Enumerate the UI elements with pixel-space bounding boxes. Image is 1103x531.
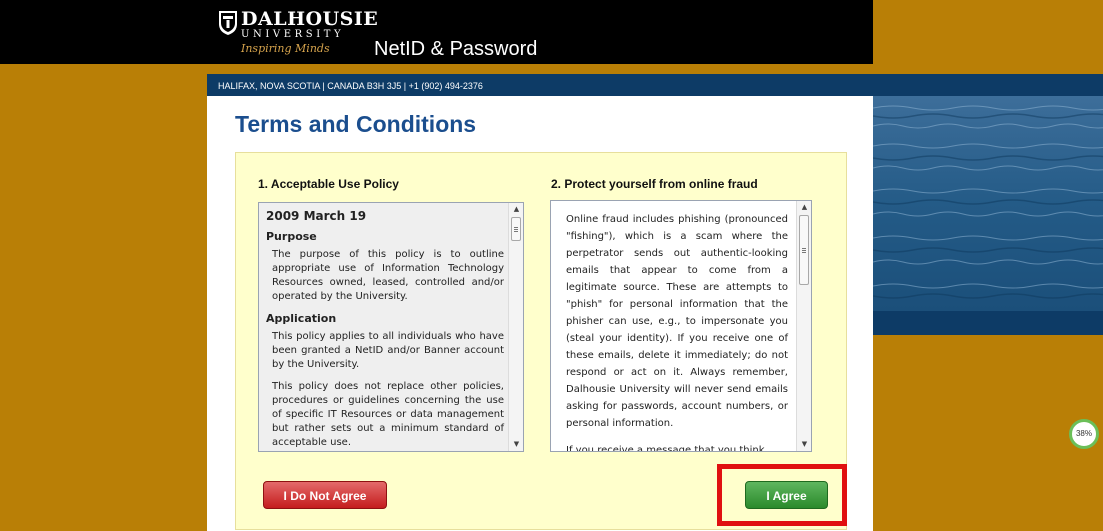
scroll-down-arrow-icon[interactable]: ▼ xyxy=(509,438,523,451)
thumb-grip-icon xyxy=(802,250,806,251)
acceptable-use-content: 2009 March 19 Purpose The purpose of thi… xyxy=(266,209,504,451)
thumb-grip-icon xyxy=(514,227,518,228)
disagree-button[interactable]: I Do Not Agree xyxy=(263,481,387,509)
logo-university: UNIVERSITY xyxy=(241,29,345,40)
application-text-2: This policy does not replace other polic… xyxy=(272,381,504,448)
logo-name: DALHOUSIE xyxy=(241,8,379,30)
logo-tagline: Inspiring Minds xyxy=(241,42,330,55)
thumb-grip-icon xyxy=(514,229,518,230)
agree-highlight-box xyxy=(717,464,847,526)
thumb-grip-icon xyxy=(802,248,806,249)
acceptable-use-textbox[interactable]: 2009 March 19 Purpose The purpose of thi… xyxy=(258,202,524,452)
scroll-up-arrow-icon[interactable]: ▲ xyxy=(509,203,523,216)
fraud-paragraph-2: If you receive a message that you think xyxy=(566,445,765,452)
scroll-thumb[interactable] xyxy=(511,217,521,241)
scroll-thumb[interactable] xyxy=(799,215,809,285)
purpose-heading: Purpose xyxy=(266,230,317,243)
acceptable-use-scrollbar[interactable]: ▲ ▼ xyxy=(508,203,523,451)
application-heading: Application xyxy=(266,312,337,325)
fraud-scrollbar[interactable]: ▲ ▼ xyxy=(796,201,811,451)
application-text: This policy applies to all individuals w… xyxy=(272,331,504,370)
policy-date: 2009 March 19 xyxy=(266,209,367,223)
side-navy-band xyxy=(873,311,1103,335)
scroll-up-arrow-icon[interactable]: ▲ xyxy=(797,201,811,214)
water-image xyxy=(873,96,1103,311)
dalhousie-crest-icon xyxy=(219,11,237,35)
scroll-down-arrow-icon[interactable]: ▼ xyxy=(797,438,811,451)
thumb-grip-icon xyxy=(802,252,806,253)
acceptable-use-heading: 1. Acceptable Use Policy xyxy=(258,177,399,191)
address-text: HALIFAX, NOVA SCOTIA | CANADA B3H 3J5 | … xyxy=(218,81,483,91)
fraud-paragraph-1: Online fraud includes phishing (pronounc… xyxy=(566,214,788,429)
fraud-heading: 2. Protect yourself from online fraud xyxy=(551,177,758,191)
fraud-textbox[interactable]: Online fraud includes phishing (pronounc… xyxy=(550,200,812,452)
page-title: Terms and Conditions xyxy=(235,111,477,137)
header-left-band xyxy=(0,0,207,64)
purpose-text: The purpose of this policy is to outline… xyxy=(272,249,504,302)
app-title: NetID & Password xyxy=(374,38,538,60)
thumb-grip-icon xyxy=(514,231,518,232)
progress-badge[interactable]: 38% xyxy=(1069,419,1099,449)
fraud-content: Online fraud includes phishing (pronounc… xyxy=(560,211,788,452)
